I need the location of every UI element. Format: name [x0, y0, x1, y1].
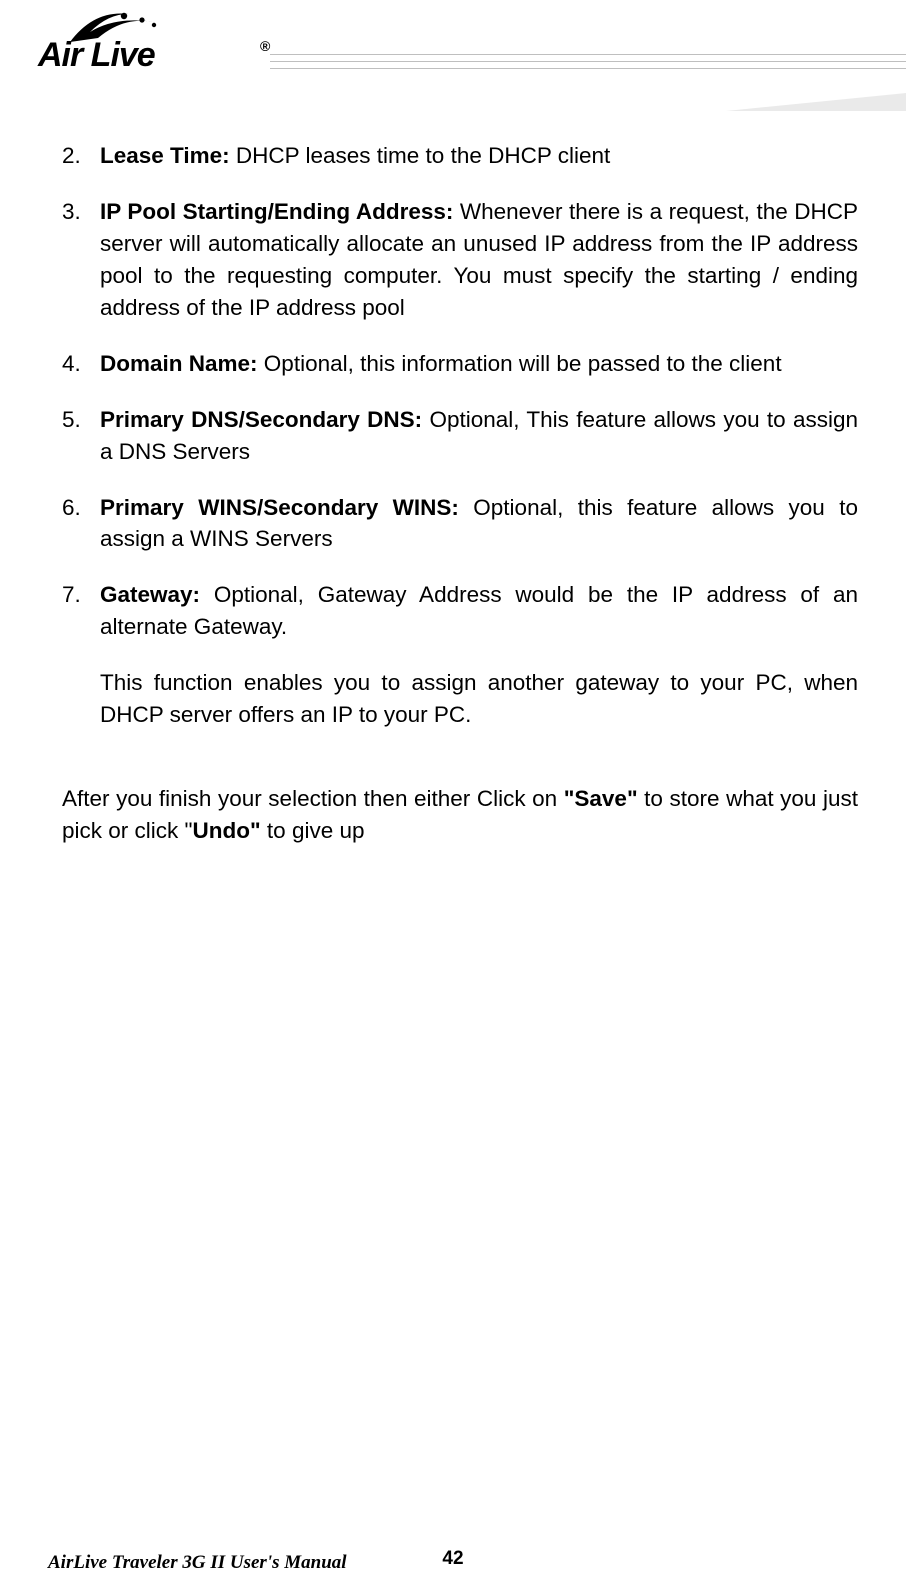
page-footer: AirLive Traveler 3G II User's Manual 42	[0, 1544, 906, 1574]
list-item-body: Optional, Gateway Address would be the I…	[100, 582, 858, 639]
list-item-extra: This function enables you to assign anot…	[62, 667, 858, 731]
list-item: 7. Gateway: Optional, Gateway Address wo…	[100, 579, 858, 643]
list-number: 4.	[62, 348, 81, 380]
brand-logo: Air Live ®	[30, 8, 260, 88]
list-number: 7.	[62, 579, 81, 611]
trademark-icon: ®	[260, 38, 270, 54]
list-item-body: DHCP leases time to the DHCP client	[230, 143, 611, 168]
list-item: 4. Domain Name: Optional, this informati…	[100, 348, 858, 380]
page-content: 2. Lease Time: DHCP leases time to the D…	[0, 110, 906, 847]
numbered-list: 2. Lease Time: DHCP leases time to the D…	[62, 140, 858, 643]
header-divider	[270, 48, 906, 103]
list-item-title: Gateway:	[100, 582, 200, 607]
list-item-body: Optional, this information will be passe…	[258, 351, 782, 376]
list-item-title: IP Pool Starting/Ending Address:	[100, 199, 453, 224]
list-number: 5.	[62, 404, 81, 436]
undo-label: Undo"	[193, 818, 261, 843]
list-item-title: Lease Time:	[100, 143, 230, 168]
list-item-title: Primary DNS/Secondary DNS:	[100, 407, 422, 432]
list-number: 6.	[62, 492, 81, 524]
page-header: Air Live ®	[0, 0, 906, 110]
list-item-title: Primary WINS/Secondary WINS:	[100, 495, 459, 520]
closing-paragraph: After you finish your selection then eit…	[62, 783, 858, 847]
list-number: 2.	[62, 140, 81, 172]
closing-text: to give up	[261, 818, 365, 843]
list-item: 3. IP Pool Starting/Ending Address: When…	[100, 196, 858, 324]
page-number: 42	[442, 1548, 463, 1570]
list-number: 3.	[62, 196, 81, 228]
closing-text: After you finish your selection then eit…	[62, 786, 564, 811]
list-item: 2. Lease Time: DHCP leases time to the D…	[100, 140, 858, 172]
brand-name: Air Live	[38, 36, 155, 75]
list-item-title: Domain Name:	[100, 351, 258, 376]
footer-doc-title: AirLive Traveler 3G II User's Manual	[48, 1552, 347, 1574]
list-item: 6. Primary WINS/Secondary WINS: Optional…	[100, 492, 858, 556]
save-label: "Save"	[564, 786, 638, 811]
list-item: 5. Primary DNS/Secondary DNS: Optional, …	[100, 404, 858, 468]
